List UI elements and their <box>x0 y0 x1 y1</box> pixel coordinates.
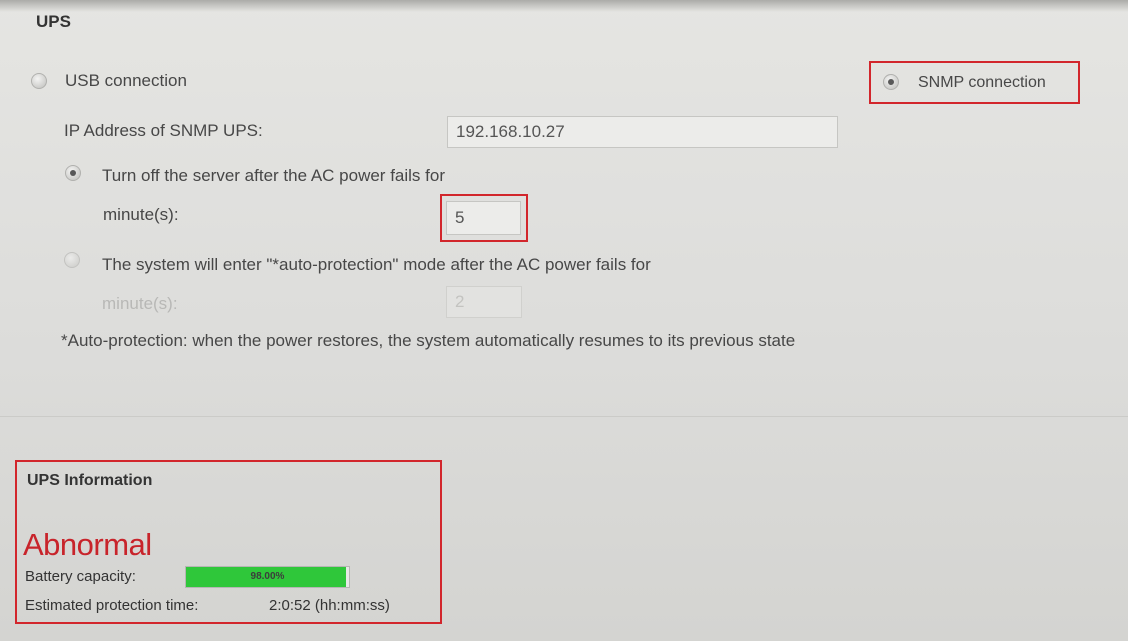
auto-protection-minutes-input[interactable] <box>446 286 522 318</box>
section-title-ups: UPS <box>36 12 71 31</box>
turn-off-minutes-label: minute(s): <box>103 205 179 224</box>
ups-settings-screen: UPS USB connection SNMP connection IP Ad… <box>0 0 1128 641</box>
section-title-ups-information: UPS Information <box>27 472 153 489</box>
ip-address-input[interactable] <box>447 116 838 148</box>
section-divider <box>0 416 1128 417</box>
usb-connection-label[interactable]: USB connection <box>65 71 187 91</box>
protection-time-value: 2:0:52 (hh:mm:ss) <box>269 597 390 614</box>
radio-auto-protection[interactable] <box>64 252 80 268</box>
top-edge-shadow <box>0 0 1128 12</box>
ip-address-label: IP Address of SNMP UPS: <box>64 121 263 140</box>
auto-protection-note: *Auto-protection: when the power restore… <box>61 331 796 350</box>
auto-protection-label[interactable]: The system will enter "*auto-protection"… <box>102 255 651 275</box>
snmp-connection-label[interactable]: SNMP connection <box>918 74 1046 92</box>
turn-off-minutes-input[interactable] <box>446 201 521 235</box>
protection-time-label: Estimated protection time: <box>25 597 199 614</box>
battery-capacity-percent: 98.00% <box>250 571 285 582</box>
turn-off-server-label[interactable]: Turn off the server after the AC power f… <box>102 166 445 186</box>
ups-status-text: Abnormal <box>23 527 152 562</box>
battery-capacity-label: Battery capacity: <box>25 568 136 585</box>
radio-snmp-connection[interactable] <box>883 74 899 90</box>
radio-usb-connection[interactable] <box>31 73 47 89</box>
battery-capacity-bar: 98.00% <box>185 566 350 588</box>
auto-protection-minutes-label: minute(s): <box>102 294 178 313</box>
radio-turn-off-server[interactable] <box>65 165 81 181</box>
